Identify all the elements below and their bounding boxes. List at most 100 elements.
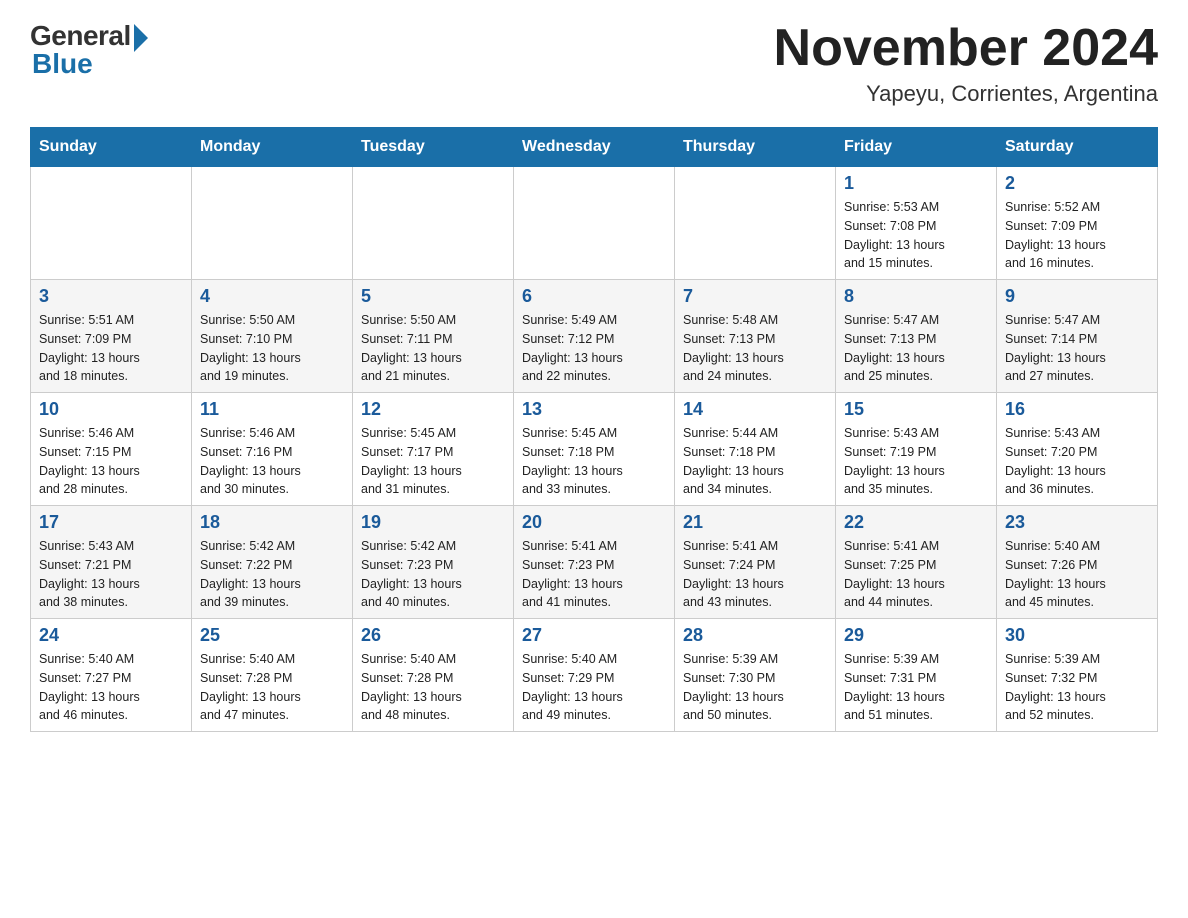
day-info: Sunrise: 5:40 AM Sunset: 7:28 PM Dayligh…: [200, 650, 344, 725]
day-info: Sunrise: 5:47 AM Sunset: 7:13 PM Dayligh…: [844, 311, 988, 386]
weekday-header-thursday: Thursday: [675, 128, 836, 167]
week-row-1: 1 Sunrise: 5:53 AM Sunset: 7:08 PM Daylig…: [31, 167, 1158, 280]
calendar-cell: 12Sunrise: 5:45 AM Sunset: 7:17 PM Dayli…: [353, 393, 514, 506]
weekday-header-monday: Monday: [192, 128, 353, 167]
calendar-table: SundayMondayTuesdayWednesdayThursdayFrid…: [30, 127, 1158, 732]
calendar-cell: 26Sunrise: 5:40 AM Sunset: 7:28 PM Dayli…: [353, 619, 514, 732]
day-info: Sunrise: 5:41 AM Sunset: 7:25 PM Dayligh…: [844, 537, 988, 612]
day-number: 13: [522, 399, 666, 420]
calendar-cell: 30 Sunrise: 5:39 AM Sunset: 7:32 PM Dayli…: [997, 619, 1158, 732]
calendar-cell: 17Sunrise: 5:43 AM Sunset: 7:21 PM Dayli…: [31, 506, 192, 619]
day-info: Sunrise: 5:41 AM Sunset: 7:23 PM Dayligh…: [522, 537, 666, 612]
day-number: 20: [522, 512, 666, 533]
logo-blue-text: Blue: [30, 48, 93, 80]
weekday-header-friday: Friday: [836, 128, 997, 167]
weekday-header-saturday: Saturday: [997, 128, 1158, 167]
calendar-cell: 18 Sunrise: 5:42 AM Sunset: 7:22 PM Dayli…: [192, 506, 353, 619]
week-row-2: 3 Sunrise: 5:51 AM Sunset: 7:09 PM Daylig…: [31, 280, 1158, 393]
logo-arrow-icon: [134, 24, 148, 52]
day-number: 27: [522, 625, 666, 646]
day-number: 30: [1005, 625, 1149, 646]
location-subtitle: Yapeyu, Corrientes, Argentina: [774, 81, 1158, 107]
day-info: Sunrise: 5:40 AM Sunset: 7:29 PM Dayligh…: [522, 650, 666, 725]
day-number: 18: [200, 512, 344, 533]
day-info: Sunrise: 5:50 AM Sunset: 7:10 PM Dayligh…: [200, 311, 344, 386]
calendar-cell: 13 Sunrise: 5:45 AM Sunset: 7:18 PM Dayli…: [514, 393, 675, 506]
day-info: Sunrise: 5:46 AM Sunset: 7:16 PM Dayligh…: [200, 424, 344, 499]
day-info: Sunrise: 5:53 AM Sunset: 7:08 PM Dayligh…: [844, 198, 988, 273]
calendar-cell: [675, 167, 836, 280]
day-number: 8: [844, 286, 988, 307]
day-info: Sunrise: 5:42 AM Sunset: 7:23 PM Dayligh…: [361, 537, 505, 612]
day-number: 11: [200, 399, 344, 420]
day-info: Sunrise: 5:43 AM Sunset: 7:21 PM Dayligh…: [39, 537, 183, 612]
day-info: Sunrise: 5:50 AM Sunset: 7:11 PM Dayligh…: [361, 311, 505, 386]
day-info: Sunrise: 5:44 AM Sunset: 7:18 PM Dayligh…: [683, 424, 827, 499]
calendar-cell: 3 Sunrise: 5:51 AM Sunset: 7:09 PM Daylig…: [31, 280, 192, 393]
calendar-cell: 1 Sunrise: 5:53 AM Sunset: 7:08 PM Daylig…: [836, 167, 997, 280]
calendar-cell: 28 Sunrise: 5:39 AM Sunset: 7:30 PM Dayli…: [675, 619, 836, 732]
calendar-cell: [353, 167, 514, 280]
title-section: November 2024 Yapeyu, Corrientes, Argent…: [774, 20, 1158, 107]
day-number: 4: [200, 286, 344, 307]
day-info: Sunrise: 5:47 AM Sunset: 7:14 PM Dayligh…: [1005, 311, 1149, 386]
calendar-cell: 23 Sunrise: 5:40 AM Sunset: 7:26 PM Dayli…: [997, 506, 1158, 619]
day-number: 29: [844, 625, 988, 646]
day-info: Sunrise: 5:42 AM Sunset: 7:22 PM Dayligh…: [200, 537, 344, 612]
calendar-cell: [192, 167, 353, 280]
day-info: Sunrise: 5:39 AM Sunset: 7:32 PM Dayligh…: [1005, 650, 1149, 725]
calendar-cell: 2 Sunrise: 5:52 AM Sunset: 7:09 PM Daylig…: [997, 167, 1158, 280]
calendar-cell: 29 Sunrise: 5:39 AM Sunset: 7:31 PM Dayli…: [836, 619, 997, 732]
day-info: Sunrise: 5:43 AM Sunset: 7:20 PM Dayligh…: [1005, 424, 1149, 499]
day-number: 2: [1005, 173, 1149, 194]
day-info: Sunrise: 5:39 AM Sunset: 7:30 PM Dayligh…: [683, 650, 827, 725]
day-number: 3: [39, 286, 183, 307]
day-number: 10: [39, 399, 183, 420]
day-number: 12: [361, 399, 505, 420]
week-row-4: 17Sunrise: 5:43 AM Sunset: 7:21 PM Dayli…: [31, 506, 1158, 619]
calendar-cell: [31, 167, 192, 280]
day-info: Sunrise: 5:40 AM Sunset: 7:26 PM Dayligh…: [1005, 537, 1149, 612]
calendar-cell: 27 Sunrise: 5:40 AM Sunset: 7:29 PM Dayli…: [514, 619, 675, 732]
day-info: Sunrise: 5:39 AM Sunset: 7:31 PM Dayligh…: [844, 650, 988, 725]
day-number: 26: [361, 625, 505, 646]
calendar-cell: 15Sunrise: 5:43 AM Sunset: 7:19 PM Dayli…: [836, 393, 997, 506]
day-number: 28: [683, 625, 827, 646]
calendar-cell: 20 Sunrise: 5:41 AM Sunset: 7:23 PM Dayli…: [514, 506, 675, 619]
calendar-cell: 24 Sunrise: 5:40 AM Sunset: 7:27 PM Dayli…: [31, 619, 192, 732]
day-number: 22: [844, 512, 988, 533]
day-info: Sunrise: 5:41 AM Sunset: 7:24 PM Dayligh…: [683, 537, 827, 612]
calendar-cell: 11 Sunrise: 5:46 AM Sunset: 7:16 PM Dayli…: [192, 393, 353, 506]
calendar-cell: 9 Sunrise: 5:47 AM Sunset: 7:14 PM Daylig…: [997, 280, 1158, 393]
calendar-cell: 7Sunrise: 5:48 AM Sunset: 7:13 PM Daylig…: [675, 280, 836, 393]
weekday-header-tuesday: Tuesday: [353, 128, 514, 167]
day-number: 23: [1005, 512, 1149, 533]
calendar-cell: 22 Sunrise: 5:41 AM Sunset: 7:25 PM Dayli…: [836, 506, 997, 619]
day-number: 14: [683, 399, 827, 420]
day-number: 6: [522, 286, 666, 307]
day-number: 9: [1005, 286, 1149, 307]
day-number: 24: [39, 625, 183, 646]
day-info: Sunrise: 5:48 AM Sunset: 7:13 PM Dayligh…: [683, 311, 827, 386]
day-number: 5: [361, 286, 505, 307]
week-row-5: 24 Sunrise: 5:40 AM Sunset: 7:27 PM Dayli…: [31, 619, 1158, 732]
day-number: 25: [200, 625, 344, 646]
day-number: 19: [361, 512, 505, 533]
day-info: Sunrise: 5:43 AM Sunset: 7:19 PM Dayligh…: [844, 424, 988, 499]
day-info: Sunrise: 5:52 AM Sunset: 7:09 PM Dayligh…: [1005, 198, 1149, 273]
day-info: Sunrise: 5:45 AM Sunset: 7:18 PM Dayligh…: [522, 424, 666, 499]
day-info: Sunrise: 5:40 AM Sunset: 7:27 PM Dayligh…: [39, 650, 183, 725]
calendar-cell: 16Sunrise: 5:43 AM Sunset: 7:20 PM Dayli…: [997, 393, 1158, 506]
calendar-cell: 5 Sunrise: 5:50 AM Sunset: 7:11 PM Daylig…: [353, 280, 514, 393]
weekday-header-sunday: Sunday: [31, 128, 192, 167]
calendar-cell: 4 Sunrise: 5:50 AM Sunset: 7:10 PM Daylig…: [192, 280, 353, 393]
page-header: General Blue November 2024 Yapeyu, Corri…: [30, 20, 1158, 107]
calendar-cell: 8 Sunrise: 5:47 AM Sunset: 7:13 PM Daylig…: [836, 280, 997, 393]
day-info: Sunrise: 5:51 AM Sunset: 7:09 PM Dayligh…: [39, 311, 183, 386]
month-title: November 2024: [774, 20, 1158, 77]
calendar-cell: 10Sunrise: 5:46 AM Sunset: 7:15 PM Dayli…: [31, 393, 192, 506]
day-number: 1: [844, 173, 988, 194]
weekday-header-wednesday: Wednesday: [514, 128, 675, 167]
calendar-cell: 19 Sunrise: 5:42 AM Sunset: 7:23 PM Dayli…: [353, 506, 514, 619]
calendar-cell: 14 Sunrise: 5:44 AM Sunset: 7:18 PM Dayli…: [675, 393, 836, 506]
